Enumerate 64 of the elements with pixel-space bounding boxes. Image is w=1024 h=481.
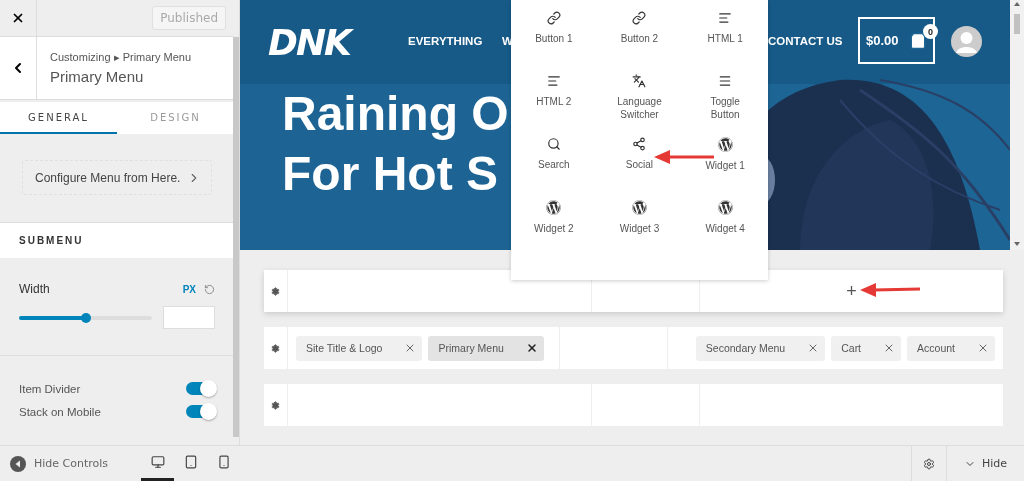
wordpress-icon [717, 137, 733, 152]
element-option[interactable]: HTML 2 [511, 69, 597, 132]
element-option[interactable]: Button 1 [511, 6, 597, 69]
collapse-icon [10, 455, 26, 472]
toggle-switch[interactable] [186, 405, 215, 418]
configure-menu-button[interactable]: Configure Menu from Here. [22, 160, 212, 195]
element-chip[interactable]: Account [907, 335, 995, 361]
scroll-up-icon[interactable] [1013, 0, 1021, 8]
element-option[interactable]: Search [511, 132, 597, 195]
element-option[interactable]: Social [596, 132, 683, 195]
element-option[interactable]: Widget 1 [682, 132, 768, 195]
element-chip[interactable]: Cart [831, 335, 902, 361]
element-chip[interactable]: Site Title & Logo [296, 335, 423, 361]
toggle-switch[interactable] [186, 382, 215, 395]
element-option[interactable]: Toggle Button [682, 69, 768, 132]
toggle-label: Item Divider [19, 382, 81, 395]
remove-icon[interactable] [525, 342, 538, 354]
nav-link[interactable]: CONTACT US [768, 35, 843, 47]
link-icon [632, 11, 647, 25]
tablet-icon [183, 455, 198, 469]
add-element-button[interactable]: + [846, 280, 857, 302]
search-icon [546, 137, 561, 151]
link-icon [546, 11, 561, 25]
width-label: Width [19, 282, 50, 296]
section-heading: SUBMENU [19, 235, 84, 246]
wordpress-icon [546, 200, 562, 215]
avatar[interactable] [951, 26, 982, 57]
row-settings-icon[interactable] [271, 343, 280, 353]
cart-button[interactable]: $0.00 0 [858, 17, 935, 64]
wordpress-icon [717, 200, 733, 215]
translate-icon [632, 74, 647, 88]
text-lines-icon [546, 74, 561, 88]
share-icon [632, 137, 647, 151]
nav-link[interactable]: EVERYTHING [408, 35, 483, 47]
menu-icon [718, 74, 733, 88]
scroll-thumb[interactable] [1014, 14, 1020, 34]
scroll-down-icon[interactable] [1013, 240, 1021, 248]
element-chip[interactable]: Secondary Menu [695, 335, 826, 361]
element-option[interactable]: HTML 1 [682, 6, 768, 69]
width-input[interactable] [163, 306, 215, 329]
element-option[interactable]: Widget 2 [511, 195, 597, 258]
breadcrumb: Customizing ▸ Primary Menu [50, 51, 192, 64]
element-option[interactable]: Language Switcher [596, 69, 683, 132]
width-slider[interactable] [19, 315, 152, 320]
wordpress-icon [632, 200, 647, 215]
hero-headline: For Hot S [282, 146, 498, 202]
settings-icon [923, 457, 935, 470]
close-icon[interactable] [11, 11, 25, 25]
row-settings-icon[interactable] [271, 400, 280, 410]
desktop-icon [150, 455, 165, 469]
hide-controls-button[interactable]: Hide Controls [10, 455, 109, 472]
element-option[interactable]: Button 2 [596, 6, 683, 69]
hero-headline: Raining O [282, 86, 509, 142]
panel-title: Primary Menu [50, 68, 145, 85]
pointer-arrow [860, 283, 922, 297]
element-option[interactable]: Widget 3 [596, 195, 683, 258]
row-settings-icon[interactable] [271, 286, 280, 296]
phone-icon [216, 455, 231, 469]
element-chip[interactable]: Primary Menu [428, 335, 544, 361]
toggle-label: Stack on Mobile [19, 405, 101, 418]
unit-label[interactable]: PX [182, 283, 196, 295]
element-option[interactable]: Widget 4 [682, 195, 768, 258]
hide-button[interactable]: Hide [946, 446, 1024, 481]
text-lines-icon [718, 11, 733, 25]
